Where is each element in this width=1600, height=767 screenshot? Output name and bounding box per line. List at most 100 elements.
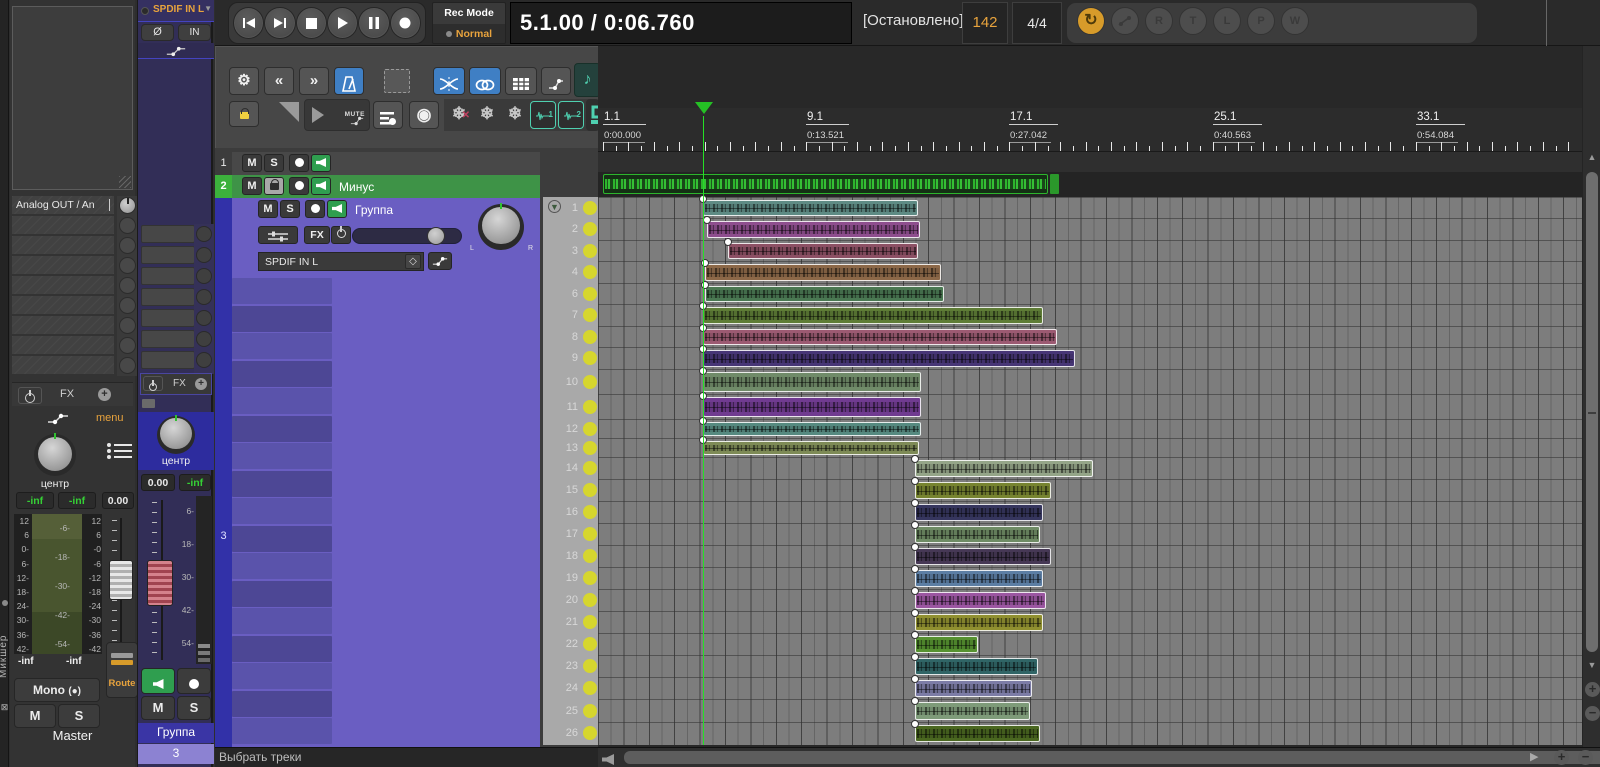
master-routing-icon[interactable] (46, 413, 70, 425)
gruppa-send-knob[interactable] (196, 331, 212, 347)
horizontal-scrollbar[interactable]: ▶ + − (598, 747, 1600, 767)
lane-record-dot-20[interactable] (583, 593, 597, 607)
gruppa-add-fx-button[interactable]: + (195, 378, 207, 390)
track-2-number[interactable]: 2 (215, 175, 232, 198)
gruppa-send-slot[interactable] (141, 225, 195, 243)
lane-record-dot-13[interactable] (583, 441, 597, 455)
audio-item-lane-20[interactable] (915, 592, 1046, 609)
lane-record-dot-24[interactable] (583, 681, 597, 695)
track-3-recarm-button[interactable] (305, 200, 325, 218)
track-1-mute-button[interactable]: M (242, 154, 262, 172)
lane-record-dot-21[interactable] (583, 615, 597, 629)
audio-item-lane-17[interactable] (915, 526, 1040, 543)
gruppa-send-slot[interactable] (141, 288, 195, 306)
gruppa-record-arm-button[interactable] (177, 668, 211, 694)
freeze-full-icon[interactable]: ❄ (502, 101, 528, 129)
tcp-lane-slot[interactable] (232, 278, 332, 304)
track-3-mute-button[interactable]: M (258, 200, 278, 218)
tcp-lane-slot[interactable] (232, 333, 332, 359)
gruppa-send-slot[interactable] (141, 309, 195, 327)
nav-forward-icon[interactable]: » (299, 67, 329, 95)
lane-number-25[interactable]: 25 (566, 705, 578, 717)
play-mute-envelope-icon[interactable]: MUTE (304, 99, 370, 131)
lane-record-dot-8[interactable] (583, 330, 597, 344)
tcp-lane-slot[interactable] (232, 581, 332, 607)
track-1-number[interactable]: 1 (215, 152, 232, 175)
minus-audio-item-tail[interactable] (1050, 174, 1059, 194)
repeat-toggle-button[interactable]: ↻ (1077, 7, 1105, 35)
lane-row-13[interactable] (598, 438, 1582, 457)
play-button[interactable] (327, 7, 358, 39)
docker-close-icon[interactable]: ⊠ (0, 702, 9, 712)
lane-number-23[interactable]: 23 (566, 660, 578, 672)
track-3-input-selector[interactable]: SPDIF IN L ◇ (258, 252, 424, 271)
track-2-arrange-row[interactable] (598, 172, 1582, 197)
item-handle-dot[interactable] (724, 238, 732, 246)
arrange-view[interactable]: 1.10:00.0009.10:13.52117.10:27.04225.10:… (598, 46, 1582, 747)
track-3-volume-slider[interactable] (352, 228, 462, 244)
send-knob[interactable] (117, 356, 139, 375)
lane-number-20[interactable]: 20 (566, 594, 578, 606)
lane-number-22[interactable]: 22 (566, 638, 578, 650)
track-1-arrange-row[interactable] (598, 152, 1582, 172)
folder-icon[interactable] (142, 399, 155, 408)
audio-item-lane-13[interactable] (703, 441, 919, 455)
audio-item-lane-26[interactable] (915, 725, 1040, 742)
lane-number-17[interactable]: 17 (566, 528, 578, 540)
lane-row-11[interactable] (598, 394, 1582, 419)
lane-record-dot-18[interactable] (583, 549, 597, 563)
track-3-number-column[interactable]: 3 (215, 198, 232, 747)
item-handle-dot[interactable] (911, 521, 919, 529)
lane-row-14[interactable] (598, 457, 1582, 479)
track-1-solo-button[interactable]: S (264, 154, 284, 172)
gruppa-input-row[interactable]: SPDIF IN L ▼ (138, 0, 214, 22)
gruppa-monitor-in-button[interactable]: IN (178, 24, 211, 41)
ghost-selection-icon[interactable] (384, 69, 410, 93)
tcp-lane-slot[interactable] (232, 553, 332, 579)
track-3-unmute-button[interactable] (327, 200, 347, 218)
item-grouping-icon[interactable] (373, 101, 403, 129)
gruppa-send-knob[interactable] (196, 289, 212, 305)
waveform-screenset-2-icon[interactable]: 2 (558, 101, 584, 129)
master-send-slot[interactable] (12, 276, 114, 295)
chevron-down-icon[interactable]: ▼ (204, 4, 212, 13)
audio-item-lane-15[interactable] (915, 482, 1051, 499)
go-to-end-button[interactable] (264, 7, 295, 39)
gruppa-input-label[interactable]: SPDIF IN L (153, 4, 204, 15)
tcp-lane-slot[interactable] (232, 443, 332, 469)
lane-number-21[interactable]: 21 (566, 616, 578, 628)
track-3-trim-button[interactable] (258, 226, 298, 244)
master-mute-button[interactable]: M (14, 704, 56, 728)
lane-row-18[interactable] (598, 545, 1582, 567)
lane-row-9[interactable] (598, 347, 1582, 369)
item-handle-dot[interactable] (703, 216, 711, 224)
lane-row-1[interactable] (598, 197, 1582, 218)
track-1-unmute-button[interactable] (311, 154, 331, 172)
tcp-lane-slot[interactable] (232, 636, 332, 662)
master-menu-button[interactable]: menu (96, 412, 124, 424)
send-knob[interactable] (117, 196, 139, 215)
lane-number-4[interactable]: 4 (572, 266, 578, 278)
transport-toggle-r[interactable]: R (1145, 7, 1173, 35)
item-handle-dot[interactable] (911, 543, 919, 551)
time-signature-box[interactable]: 4/4 (1012, 2, 1062, 44)
tcp-lane-slot[interactable] (232, 691, 332, 717)
lane-record-dot-10[interactable] (583, 375, 597, 389)
gruppa-pan-knob[interactable] (157, 416, 195, 454)
item-handle-dot[interactable] (911, 587, 919, 595)
bpm-box[interactable]: 142 (962, 2, 1008, 44)
tcp-lane-slot[interactable] (232, 498, 332, 524)
lane-row-2[interactable] (598, 218, 1582, 240)
gruppa-fader[interactable] (144, 496, 174, 664)
audio-item-lane-16[interactable] (915, 504, 1043, 521)
master-send-slot[interactable] (12, 336, 114, 355)
audio-item-lane-6[interactable] (705, 286, 944, 302)
audio-item-lane-11[interactable] (703, 397, 921, 417)
lane-record-dot-15[interactable] (583, 483, 597, 497)
master-send-analog-out[interactable]: Analog OUT / An (12, 196, 114, 215)
send-knob[interactable] (117, 336, 139, 355)
track-2-recarm-button[interactable] (289, 177, 309, 195)
audio-item-lane-2[interactable] (707, 221, 920, 238)
freeze-icon[interactable]: ❄ (474, 101, 500, 129)
lane-row-17[interactable] (598, 523, 1582, 545)
